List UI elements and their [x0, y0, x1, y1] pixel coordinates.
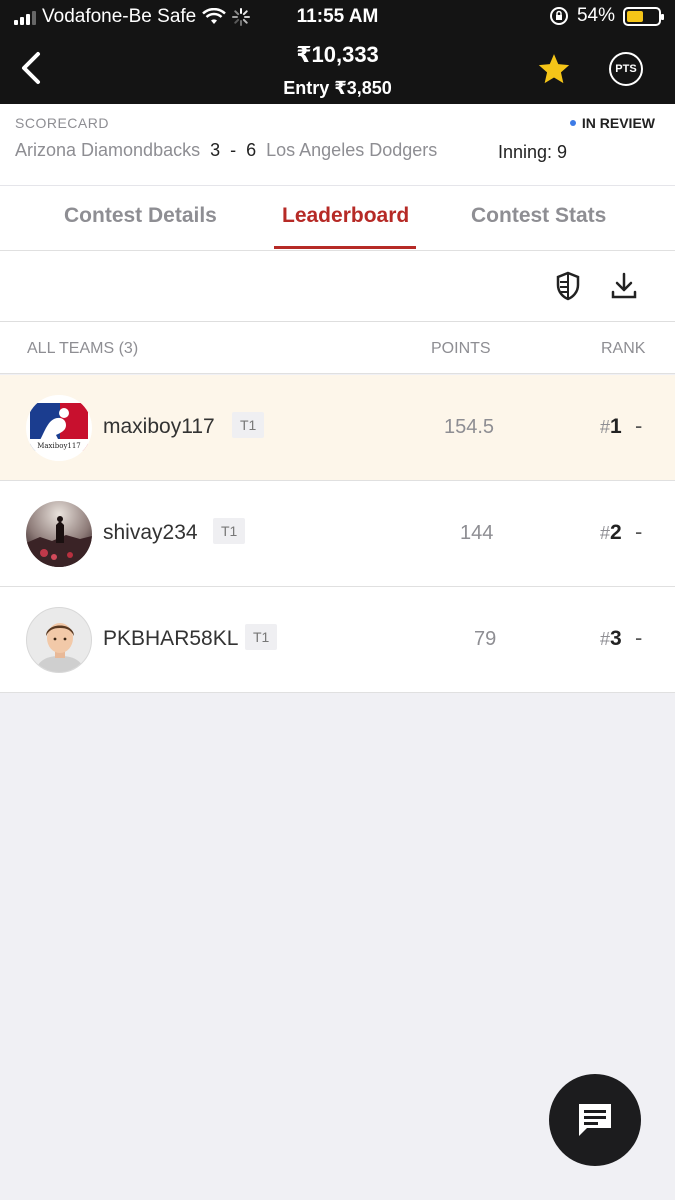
rank-number: 2: [610, 521, 622, 544]
rank-change: -: [635, 519, 643, 544]
team2-score: 6: [246, 140, 257, 160]
avatar: Maxiboy117: [26, 395, 92, 461]
prize-amount: ₹10,333: [296, 42, 379, 67]
avatar: [26, 501, 92, 567]
status-dot-icon: [569, 120, 576, 126]
team-tag: T1: [213, 518, 246, 544]
rank-change: -: [635, 625, 643, 650]
contest-tabs: Contest Details Leaderboard Contest Stat…: [0, 186, 675, 251]
team2-name: Los Angeles Dodgers: [266, 140, 438, 160]
scorecard-label: SCORECARD: [15, 115, 109, 131]
favorite-star-icon[interactable]: [536, 52, 572, 86]
leaderboard-row[interactable]: shivay234 T1 144 #2 -: [0, 481, 675, 587]
points-value: 79: [474, 628, 497, 650]
points-value: 154.5: [444, 416, 495, 438]
username: maxiboy117: [103, 415, 215, 438]
entry-fee: Entry ₹3,850: [283, 78, 392, 98]
rank-value: #2: [600, 521, 622, 544]
chat-icon: [579, 1104, 611, 1136]
leaderboard-header: ALL TEAMS (3) POINTS RANK: [0, 322, 675, 374]
username: shivay234: [103, 521, 198, 544]
rank-change: -: [635, 413, 643, 438]
team1-name: Arizona Diamondbacks: [15, 140, 201, 160]
leaderboard-toolbar: [0, 251, 675, 322]
status-right: 54%: [549, 5, 664, 27]
points-value: 144: [460, 522, 494, 544]
score-line: Arizona Diamondbacks 3 - 6 Los Angeles D…: [15, 140, 437, 161]
tab-contest-stats[interactable]: Contest Stats: [471, 204, 606, 228]
rank-value: #3: [600, 627, 622, 650]
battery-icon: [623, 6, 664, 26]
rank-number: 3: [610, 627, 622, 650]
chat-button[interactable]: [549, 1074, 641, 1166]
contest-header: ₹10,333 Entry ₹3,850 PTS: [0, 34, 675, 104]
orientation-lock-icon: [549, 7, 568, 25]
rank-header: RANK: [601, 340, 646, 357]
tab-contest-details[interactable]: Contest Details: [64, 204, 217, 228]
inning-indicator: Inning: 9: [498, 142, 568, 162]
points-header: POINTS: [431, 340, 491, 357]
status-bar: Vodafone-Be Safe 11:55 AM 54%: [0, 0, 675, 34]
avatar: [26, 607, 92, 673]
match-status: IN REVIEW: [569, 115, 655, 131]
battery-percent: 54%: [576, 5, 615, 26]
points-system-button[interactable]: PTS: [609, 52, 643, 86]
score-separator: -: [230, 140, 237, 160]
team-tag: T1: [245, 624, 278, 650]
team-tag: T1: [232, 412, 265, 438]
leaderboard-row[interactable]: Maxiboy117 maxiboy117 T1 154.5 #1 -: [0, 375, 675, 481]
avatar-caption: Maxiboy117: [37, 442, 81, 450]
shield-icon[interactable]: [555, 271, 581, 301]
active-tab-indicator: [274, 246, 416, 249]
team1-score: 3: [210, 140, 221, 160]
tab-leaderboard[interactable]: Leaderboard: [282, 204, 409, 228]
download-icon[interactable]: [610, 271, 638, 301]
rank-value: #1: [600, 415, 622, 438]
username: PKBHAR58KL: [103, 627, 239, 650]
match-status-text: IN REVIEW: [581, 115, 655, 131]
leaderboard-row[interactable]: PKBHAR58KL T1 79 #3 -: [0, 587, 675, 693]
rank-number: 1: [610, 415, 622, 438]
scorecard[interactable]: SCORECARD IN REVIEW Arizona Diamondbacks…: [0, 104, 675, 186]
all-teams-header: ALL TEAMS (3): [27, 340, 139, 357]
